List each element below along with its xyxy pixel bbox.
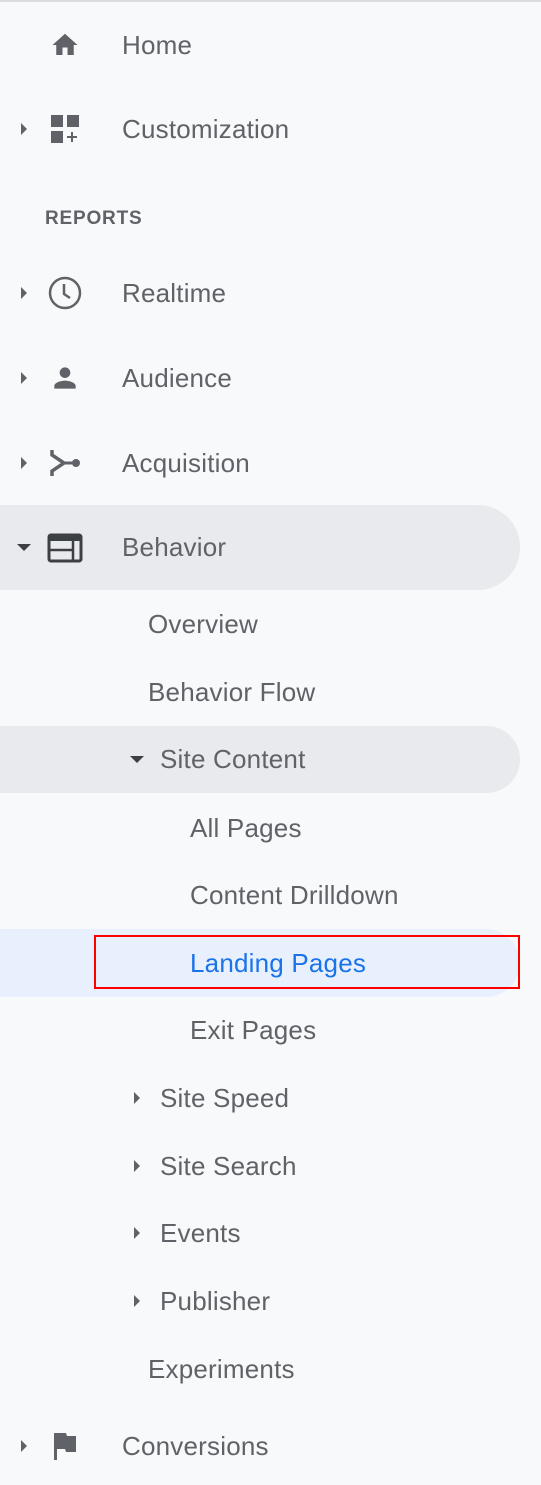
nav-item-conversions[interactable]: Conversions	[0, 1421, 520, 1471]
nav-item-customization[interactable]: Customization	[0, 104, 520, 154]
expand-arrow-icon[interactable]	[132, 1159, 142, 1173]
expand-arrow-icon[interactable]	[19, 1439, 29, 1453]
nav-item-label: Publisher	[160, 1285, 271, 1316]
nav-subitem-all-pages[interactable]: All Pages	[0, 804, 520, 852]
collapse-arrow-icon[interactable]	[16, 541, 32, 555]
nav-item-label: Customization	[122, 113, 290, 144]
nav-subitem-experiments[interactable]: Experiments	[0, 1345, 520, 1393]
nav-item-behavior[interactable]: Behavior	[0, 505, 520, 590]
nav-item-label: Content Drilldown	[190, 879, 399, 910]
nav-item-label: Overview	[148, 608, 258, 639]
nav-subitem-content-drilldown[interactable]: Content Drilldown	[0, 871, 520, 919]
nav-subitem-behavior-flow[interactable]: Behavior Flow	[0, 668, 520, 716]
merge-icon	[47, 445, 83, 481]
dashboard-add-icon	[47, 111, 83, 147]
nav-item-acquisition[interactable]: Acquisition	[0, 438, 520, 488]
nav-subitem-site-content[interactable]: Site Content	[0, 726, 520, 793]
home-icon	[47, 27, 83, 63]
nav-item-label: Site Content	[160, 744, 306, 774]
expand-arrow-icon[interactable]	[19, 286, 29, 300]
nav-item-label: Experiments	[148, 1353, 295, 1384]
nav-item-label: Conversions	[122, 1430, 269, 1461]
nav-item-label: Behavior	[122, 532, 227, 562]
clock-icon	[47, 275, 83, 311]
nav-item-label: Site Speed	[160, 1082, 290, 1113]
nav-item-label: Events	[160, 1217, 241, 1248]
nav-item-label: Home	[122, 29, 193, 60]
nav-subitem-site-speed[interactable]: Site Speed	[0, 1074, 520, 1122]
flag-icon	[47, 1428, 83, 1464]
nav-item-label: Site Search	[160, 1150, 297, 1181]
collapse-arrow-icon[interactable]	[129, 753, 145, 767]
nav-subitem-landing-pages[interactable]: Landing Pages	[0, 929, 520, 997]
nav-item-label: All Pages	[190, 812, 302, 843]
web-layout-icon	[47, 530, 83, 566]
expand-arrow-icon[interactable]	[132, 1226, 142, 1240]
nav-item-home[interactable]: Home	[0, 20, 520, 70]
nav-subitem-site-search[interactable]: Site Search	[0, 1142, 520, 1190]
section-label-reports: REPORTS	[45, 208, 143, 229]
expand-arrow-icon[interactable]	[132, 1294, 142, 1308]
nav-subitem-overview[interactable]: Overview	[0, 600, 520, 648]
nav-item-label: Exit Pages	[190, 1014, 317, 1045]
nav-item-label: Behavior Flow	[148, 676, 316, 707]
nav-item-label: Landing Pages	[190, 947, 367, 978]
nav-item-realtime[interactable]: Realtime	[0, 268, 520, 318]
expand-arrow-icon[interactable]	[19, 122, 29, 136]
nav-subitem-publisher[interactable]: Publisher	[0, 1277, 520, 1325]
nav-item-label: Realtime	[122, 277, 227, 308]
nav-subitem-exit-pages[interactable]: Exit Pages	[0, 1006, 520, 1054]
nav-item-label: Acquisition	[122, 447, 250, 478]
expand-arrow-icon[interactable]	[132, 1091, 142, 1105]
top-divider	[0, 0, 541, 2]
expand-arrow-icon[interactable]	[19, 456, 29, 470]
nav-item-audience[interactable]: Audience	[0, 353, 520, 403]
expand-arrow-icon[interactable]	[19, 371, 29, 385]
person-icon	[47, 360, 83, 396]
nav-subitem-events[interactable]: Events	[0, 1209, 520, 1257]
nav-item-label: Audience	[122, 362, 233, 393]
